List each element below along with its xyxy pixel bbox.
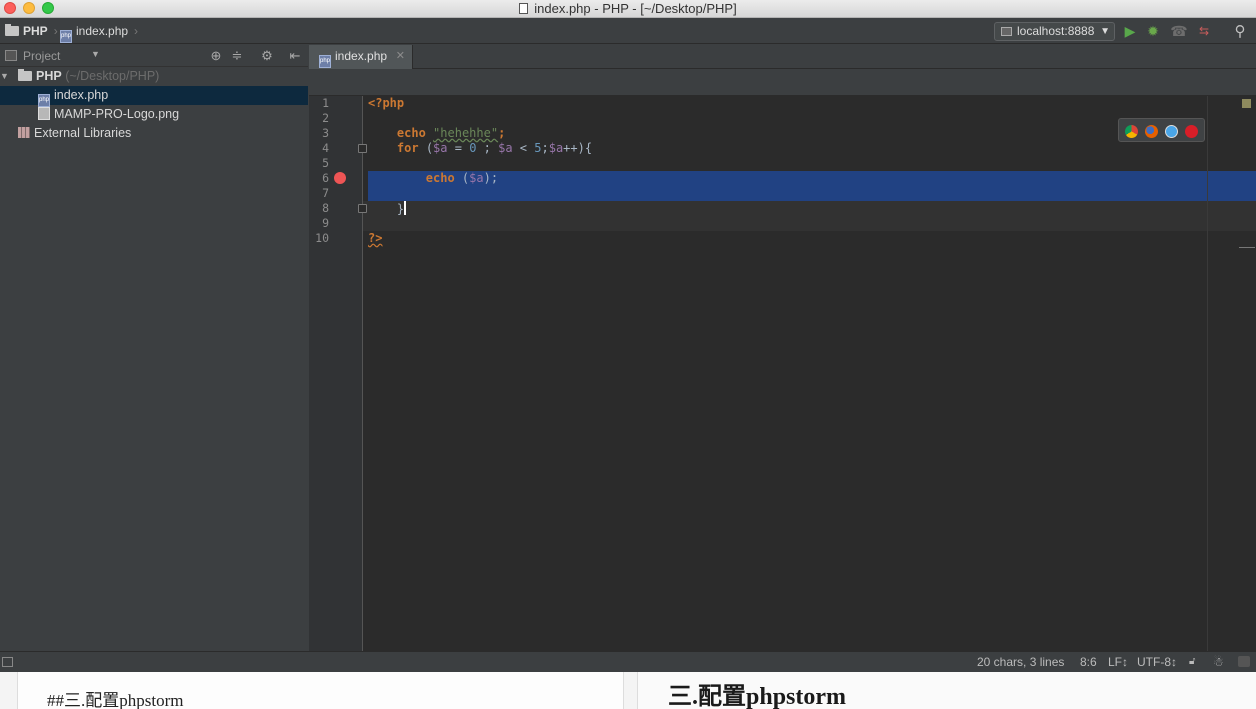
line-number: 1 <box>322 96 329 110</box>
debug-icon[interactable]: ✹ <box>1143 22 1163 41</box>
project-tree: ▼ PHP (~/Desktop/PHP) php index.php MAMP-… <box>0 67 308 650</box>
tree-item-mamp-logo[interactable]: MAMP-PRO-Logo.png <box>0 105 308 124</box>
listen-debug-icon[interactable]: ☎ <box>1169 22 1189 41</box>
line-number: 8 <box>322 201 329 215</box>
tree-item-external-libraries[interactable]: External Libraries <box>0 124 308 143</box>
line-number: 6 <box>322 171 329 185</box>
close-tab-icon[interactable]: ✕ <box>396 45 405 67</box>
safari-icon[interactable] <box>1165 125 1178 138</box>
line-number: 3 <box>322 126 329 140</box>
line-separator[interactable]: LF↕ <box>1108 652 1128 672</box>
open-in-browser-toolbar <box>1118 118 1205 142</box>
text-caret <box>404 201 407 215</box>
window-title: index.php - PHP - [~/Desktop/PHP] <box>0 0 1256 18</box>
document-icon <box>519 3 529 14</box>
server-icon <box>1001 27 1012 36</box>
search-icon[interactable]: ⚲ <box>1230 22 1250 41</box>
project-view-icon <box>5 50 17 61</box>
line-number: 9 <box>322 216 329 230</box>
folder-icon <box>18 69 32 81</box>
inspection-status-icon[interactable] <box>1242 99 1251 108</box>
lock-icon[interactable]: 🔓︎ <box>1189 652 1195 672</box>
hide-panel-icon[interactable]: ⇤ <box>287 47 303 65</box>
title-bar: index.php - PHP - [~/Desktop/PHP] <box>0 0 1256 18</box>
code-line-1: <?php <box>368 96 405 110</box>
hector-icon[interactable]: ☃ <box>1213 652 1224 672</box>
fold-marker-icon[interactable] <box>358 204 367 213</box>
project-panel-header: Project ▼ ⊕ ≑ ⚙ ⇤ <box>0 45 308 67</box>
project-panel-title[interactable]: Project <box>23 48 60 64</box>
line-number: 5 <box>322 156 329 170</box>
image-file-icon <box>38 107 50 120</box>
code-line-6: echo ($a); <box>425 171 499 185</box>
line-number: 2 <box>322 111 329 125</box>
code-editor[interactable]: 1 2 3 4 5 6 7 8 9 10 <?php echo "hehehhe… <box>309 96 1256 651</box>
expand-arrow-icon[interactable]: ▼ <box>0 67 9 86</box>
stop-debug-icon[interactable]: ⇆ <box>1194 22 1214 41</box>
tab-index-php[interactable]: php index.php ✕ <box>309 45 413 69</box>
breadcrumb-file[interactable]: php index.php › <box>60 23 139 43</box>
status-bar: 20 chars, 3 lines 8:6 LF↕ UTF-8↕ 🔓︎ ☃ <box>0 651 1256 672</box>
chevron-down-icon[interactable]: ▼ <box>91 49 100 59</box>
opera-icon[interactable] <box>1185 125 1198 138</box>
run-icon[interactable]: ▶ <box>1120 22 1140 41</box>
markdown-preview-heading: 三.配置phpstorm <box>668 684 847 709</box>
line-number: 4 <box>322 141 329 155</box>
editor-breadcrumb-strip <box>309 69 1256 96</box>
tool-window-toggle-icon[interactable] <box>2 657 13 667</box>
library-icon <box>18 127 30 138</box>
php-file-icon: php <box>319 55 331 68</box>
chrome-icon[interactable] <box>1125 125 1138 138</box>
event-log-icon[interactable] <box>1238 656 1250 667</box>
collapse-all-icon[interactable]: ≑ <box>229 47 245 65</box>
fold-marker-icon[interactable] <box>358 144 367 153</box>
run-configuration-select[interactable]: localhost:8888 ▼ <box>994 22 1115 41</box>
code-line-4: for ($a = 0 ; $a < 5;$a++){ <box>396 141 593 155</box>
breakpoint-icon[interactable] <box>334 172 346 184</box>
locate-icon[interactable]: ⊕ <box>208 47 224 65</box>
markdown-source-heading: ##三.配置phpstorm <box>47 691 184 709</box>
tree-item-index-php[interactable]: php index.php <box>0 86 308 107</box>
caret-position[interactable]: 8:6 <box>1080 652 1097 672</box>
file-encoding[interactable]: UTF-8↕ <box>1137 652 1177 672</box>
line-number: 10 <box>315 231 329 245</box>
editor-tab-bar: php index.php ✕ <box>309 45 1256 69</box>
text-selection <box>368 171 1256 201</box>
line-number: 7 <box>322 186 329 200</box>
code-line-8: } <box>396 201 407 216</box>
selection-info: 20 chars, 3 lines <box>977 655 1065 669</box>
code-line-10: ?> <box>368 231 383 245</box>
firefox-icon[interactable] <box>1145 125 1158 138</box>
tree-item-php-project[interactable]: ▼ PHP (~/Desktop/PHP) <box>0 67 308 86</box>
scroll-marker <box>1239 247 1255 248</box>
background-document <box>0 672 1256 709</box>
gear-icon[interactable]: ⚙ <box>259 47 275 65</box>
line-number-gutter[interactable]: 1 2 3 4 5 6 7 8 9 10 <box>309 96 363 651</box>
breadcrumb-separator: › <box>134 24 139 38</box>
folder-icon <box>5 24 19 36</box>
breadcrumb-separator: › <box>53 24 58 38</box>
caret-row-highlight <box>363 201 1256 231</box>
dropdown-arrow-icon: ▼ <box>1100 26 1110 37</box>
code-line-3: echo "hehehhe"; <box>396 126 506 140</box>
right-margin-guide <box>1207 96 1208 651</box>
breadcrumb-project[interactable]: PHP › <box>5 23 58 39</box>
php-file-icon: php <box>60 30 72 43</box>
